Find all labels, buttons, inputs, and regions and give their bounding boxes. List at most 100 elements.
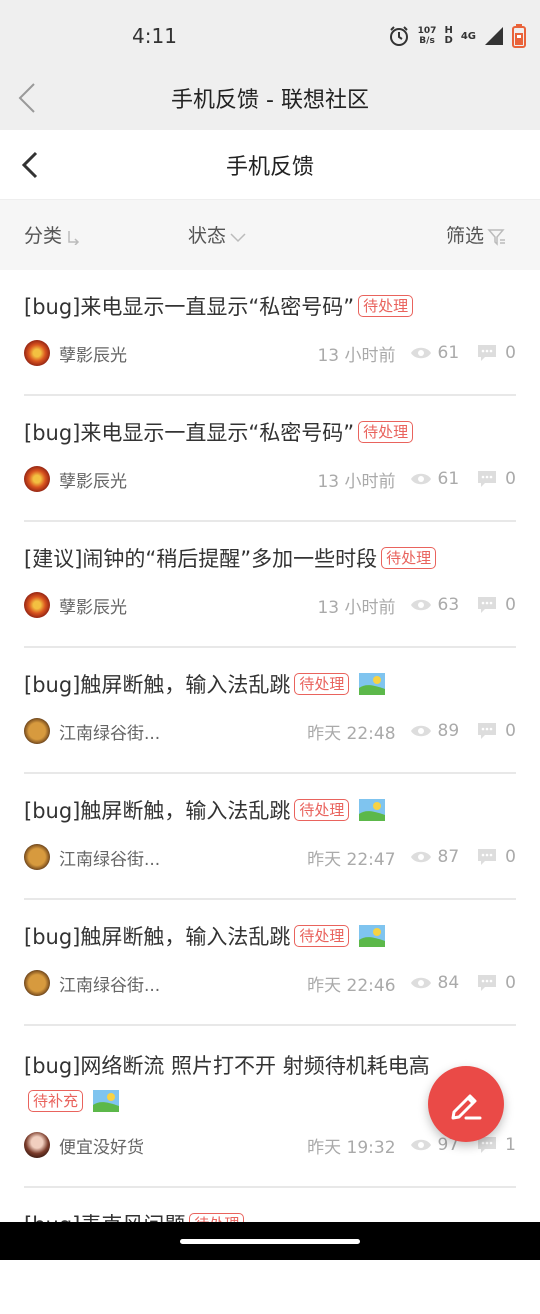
comment-count: 0 xyxy=(505,469,516,489)
comment-icon xyxy=(478,471,497,487)
status-badge: 待处理 xyxy=(294,673,350,695)
avatar[interactable] xyxy=(24,340,50,366)
post-time: 13 小时前 xyxy=(317,345,396,366)
screen-label: 筛选 xyxy=(446,225,485,247)
author-name[interactable]: 孽影辰光 xyxy=(59,593,169,618)
author-name[interactable]: 孽影辰光 xyxy=(59,341,169,366)
image-icon xyxy=(359,925,386,947)
eye-icon xyxy=(410,599,431,611)
post-item[interactable]: [bug]触屏断触，输入法乱跳 待处理 江南绿谷街... 昨天 22:46 84 … xyxy=(24,900,516,1026)
views: 63 xyxy=(410,595,459,615)
post-title: [bug]触屏断触，输入法乱跳 待处理 xyxy=(24,922,516,952)
comment-count: 0 xyxy=(505,847,516,867)
post-title: [bug]来电显示一直显示“私密号码” 待处理 xyxy=(24,292,516,322)
app-header: 手机反馈 - 联想社区 xyxy=(0,68,540,130)
avatar[interactable] xyxy=(24,718,50,744)
avatar[interactable] xyxy=(24,592,50,618)
comment-icon xyxy=(478,345,497,361)
eye-icon xyxy=(410,977,431,989)
post-item[interactable]: [bug]触屏断触，输入法乱跳 待处理 江南绿谷街... 昨天 22:47 87 … xyxy=(24,774,516,900)
avatar[interactable] xyxy=(24,844,50,870)
new-post-button[interactable] xyxy=(428,1066,504,1142)
comment-icon xyxy=(478,597,497,613)
post-title: [建议]闹钟的“稍后提醒”多加一些时段 待处理 xyxy=(24,544,516,574)
post-time: 昨天 22:47 xyxy=(307,849,396,870)
status-icons: 107 B/s H D 4G xyxy=(388,22,526,50)
views: 87 xyxy=(410,847,460,867)
avatar[interactable] xyxy=(24,1132,50,1158)
status-badge: 待处理 xyxy=(358,421,414,443)
category-filter[interactable]: 分类 xyxy=(24,221,81,248)
post-item[interactable]: [bug]来电显示一直显示“私密号码” 待处理 孽影辰光 13 小时前 61 0 xyxy=(24,396,516,522)
pencil-icon xyxy=(451,1094,482,1120)
post-item[interactable]: [建议]闹钟的“稍后提醒”多加一些时段 待处理 孽影辰光 13 小时前 63 0 xyxy=(24,522,516,648)
avatar[interactable] xyxy=(24,970,50,996)
post-title-text: [建议]闹钟的“稍后提醒”多加一些时段 xyxy=(24,547,378,571)
comments: 1 xyxy=(477,1135,516,1155)
author-name[interactable]: 孽影辰光 xyxy=(59,467,169,492)
post-title-text: [bug]触屏断触，输入法乱跳 xyxy=(24,673,291,697)
comment-count: 0 xyxy=(505,343,516,363)
status-badge: 待处理 xyxy=(358,295,414,317)
post-time: 13 小时前 xyxy=(317,471,396,492)
views: 84 xyxy=(410,973,460,993)
author-name[interactable]: 江南绿谷街... xyxy=(59,719,169,744)
comment-count: 0 xyxy=(505,973,516,993)
status-time: 4:11 xyxy=(132,24,177,48)
post-meta: 孽影辰光 13 小时前 63 0 xyxy=(24,590,516,620)
funnel-icon xyxy=(487,228,506,246)
network-indicator: 4G xyxy=(461,31,476,42)
avatar[interactable] xyxy=(24,466,50,492)
view-count: 84 xyxy=(437,973,460,993)
view-count: 89 xyxy=(437,721,460,741)
post-time: 昨天 22:48 xyxy=(307,723,396,744)
post-meta: 孽影辰光 13 小时前 61 0 xyxy=(24,338,516,368)
hd-indicator: H D xyxy=(444,26,452,46)
post-title-text: [bug]来电显示一直显示“私密号码” xyxy=(24,295,355,319)
status-filter[interactable]: 状态 xyxy=(188,221,247,248)
filter-bar: 分类 状态 筛选 xyxy=(0,200,540,270)
post-title-text: [bug]触屏断触，输入法乱跳 xyxy=(24,925,291,949)
author-name[interactable]: 江南绿谷街... xyxy=(59,845,169,870)
post-title-text: [bug]来电显示一直显示“私密号码” xyxy=(24,421,355,445)
comment-count: 1 xyxy=(505,1135,516,1155)
sort-arrow-icon xyxy=(68,230,80,245)
post-meta: 江南绿谷街... 昨天 22:47 87 0 xyxy=(24,842,516,872)
post-meta: 江南绿谷街... 昨天 22:48 89 0 xyxy=(24,716,516,746)
signal-icon xyxy=(485,27,503,45)
system-nav-bar xyxy=(0,1222,540,1260)
home-handle[interactable] xyxy=(180,1239,360,1244)
comments: 0 xyxy=(477,343,516,363)
eye-icon xyxy=(410,851,431,863)
category-label: 分类 xyxy=(24,225,63,247)
author-name[interactable]: 江南绿谷街... xyxy=(59,971,169,996)
view-count: 61 xyxy=(437,343,460,363)
comments: 0 xyxy=(477,721,516,741)
status-bar: 4:11 107 B/s H D 4G xyxy=(0,0,540,68)
app-title: 手机反馈 - 联想社区 xyxy=(171,88,369,113)
page-header: 手机反馈 xyxy=(0,130,540,200)
post-meta: 江南绿谷街... 昨天 22:46 84 0 xyxy=(24,968,516,998)
status-badge: 待处理 xyxy=(294,925,350,947)
net-speed: 107 B/s xyxy=(418,26,437,46)
comments: 0 xyxy=(477,973,516,993)
battery-icon xyxy=(512,24,526,48)
post-item[interactable]: [bug]触屏断触，输入法乱跳 待处理 江南绿谷街... 昨天 22:48 89 … xyxy=(24,648,516,774)
post-item[interactable]: [bug]来电显示一直显示“私密号码” 待处理 孽影辰光 13 小时前 61 0 xyxy=(24,270,516,396)
eye-icon xyxy=(410,473,431,485)
post-title-text: [bug]触屏断触，输入法乱跳 xyxy=(24,799,291,823)
comments: 0 xyxy=(477,595,516,615)
post-title: [bug]触屏断触，输入法乱跳 待处理 xyxy=(24,796,516,826)
screen-filter[interactable]: 筛选 xyxy=(446,221,507,248)
status-badge: 待补充 xyxy=(28,1090,84,1112)
eye-icon xyxy=(410,1139,431,1151)
post-meta: 便宜没好货 昨天 19:32 97 1 xyxy=(24,1130,516,1160)
author-name[interactable]: 便宜没好货 xyxy=(59,1133,169,1158)
view-count: 61 xyxy=(437,469,460,489)
post-meta: 孽影辰光 13 小时前 61 0 xyxy=(24,464,516,494)
eye-icon xyxy=(410,347,431,359)
view-count: 87 xyxy=(437,847,460,867)
post-title: [bug]触屏断触，输入法乱跳 待处理 xyxy=(24,670,516,700)
comment-count: 0 xyxy=(505,595,516,615)
image-icon xyxy=(359,673,386,695)
